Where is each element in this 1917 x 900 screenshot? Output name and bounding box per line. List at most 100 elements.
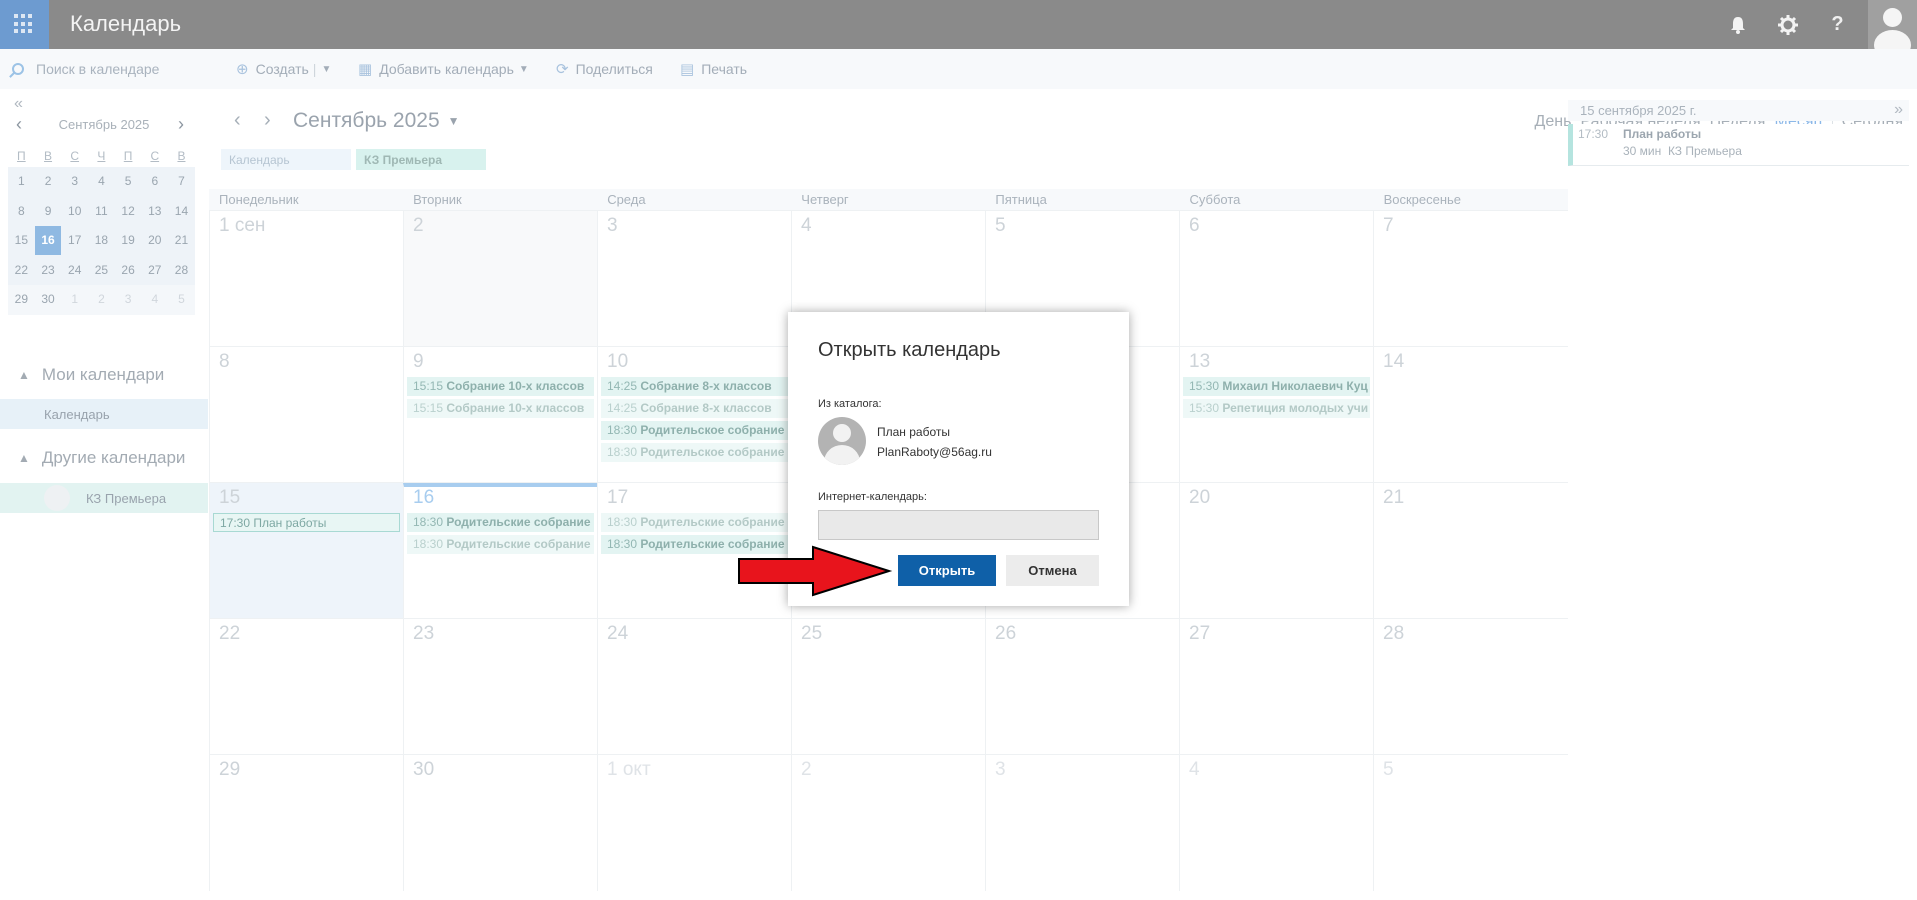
- collapse-agenda-icon[interactable]: »: [1894, 99, 1903, 120]
- next-month-icon[interactable]: ›: [264, 109, 271, 132]
- mini-day[interactable]: 17: [61, 226, 88, 255]
- day-cell-today[interactable]: 16 18:30 Родительские собрание 18:30 Род…: [403, 483, 597, 619]
- day-cell[interactable]: 26: [985, 619, 1179, 755]
- help-button[interactable]: ?: [1813, 0, 1862, 49]
- event-item[interactable]: 15:15 Собрание 10-х классов: [407, 377, 594, 396]
- day-cell[interactable]: 2: [403, 211, 597, 347]
- mini-day[interactable]: 27: [141, 256, 168, 285]
- event-item[interactable]: 17:30 План работы: [213, 513, 400, 532]
- agenda-event[interactable]: 17:30 План работы 30 мин КЗ Премьера: [1568, 124, 1909, 166]
- internet-calendar-input[interactable]: [818, 510, 1099, 540]
- day-cell[interactable]: 9 15:15 Собрание 10-х классов 15:15 Собр…: [403, 347, 597, 483]
- day-cell[interactable]: 25: [791, 619, 985, 755]
- mini-day[interactable]: 11: [88, 197, 115, 226]
- chevron-down-icon[interactable]: ▼: [321, 64, 331, 75]
- mini-day[interactable]: 14: [168, 197, 195, 226]
- share-button[interactable]: ⟳ Поделиться: [556, 49, 653, 89]
- my-calendars-header[interactable]: ▲ Мои календари: [0, 358, 208, 392]
- settings-button[interactable]: [1763, 0, 1812, 49]
- day-cell[interactable]: 20: [1179, 483, 1373, 619]
- mini-day[interactable]: 23: [35, 256, 62, 285]
- open-button[interactable]: Открыть: [898, 555, 996, 586]
- day-cell[interactable]: 13 15:30 Михаил Николаевич Куц 15:30 Реп…: [1179, 347, 1373, 483]
- day-cell[interactable]: 5: [1373, 755, 1567, 891]
- mini-day[interactable]: 28: [168, 256, 195, 285]
- day-cell-selected[interactable]: 15 17:30 План работы: [209, 483, 403, 619]
- mini-day[interactable]: 4: [141, 285, 168, 314]
- prev-month-icon[interactable]: ‹: [234, 109, 241, 132]
- mini-day[interactable]: 7: [168, 167, 195, 196]
- mini-day-today[interactable]: 16: [34, 226, 62, 256]
- calendar-chip[interactable]: КЗ Премьера: [356, 149, 486, 170]
- day-cell[interactable]: 28: [1373, 619, 1567, 755]
- event-item[interactable]: 14:25 Собрание 8-х классов: [601, 399, 788, 418]
- mini-next-month-icon[interactable]: ›: [178, 114, 184, 135]
- view-day[interactable]: День: [1535, 113, 1572, 131]
- notifications-button[interactable]: [1713, 0, 1762, 49]
- mini-day[interactable]: 3: [115, 285, 142, 314]
- mini-day[interactable]: 25: [88, 256, 115, 285]
- other-calendars-header[interactable]: ▲ Другие календари: [0, 441, 208, 475]
- mini-day[interactable]: 5: [115, 167, 142, 196]
- mini-day[interactable]: 19: [115, 226, 142, 255]
- calendar-item[interactable]: Календарь: [0, 399, 208, 429]
- day-cell[interactable]: 3: [597, 211, 791, 347]
- day-cell[interactable]: 30: [403, 755, 597, 891]
- mini-day[interactable]: 26: [115, 256, 142, 285]
- mini-day[interactable]: 1: [8, 167, 35, 196]
- mini-day[interactable]: 24: [61, 256, 88, 285]
- print-button[interactable]: ▤ Печать: [680, 49, 747, 89]
- day-cell[interactable]: 29: [209, 755, 403, 891]
- day-cell[interactable]: 21: [1373, 483, 1567, 619]
- mini-day[interactable]: 22: [8, 256, 35, 285]
- day-cell[interactable]: 1 сен: [209, 211, 403, 347]
- event-item[interactable]: 18:30 Родительское собрание: [601, 421, 788, 440]
- add-calendar-button[interactable]: ▦ Добавить календарь ▼: [358, 49, 529, 89]
- day-cell[interactable]: 4: [1179, 755, 1373, 891]
- day-cell[interactable]: 3: [985, 755, 1179, 891]
- user-avatar[interactable]: [1868, 0, 1917, 49]
- event-item[interactable]: 18:30 Родительские собрание: [601, 513, 788, 532]
- mini-day[interactable]: 2: [88, 285, 115, 314]
- mini-day[interactable]: 5: [168, 285, 195, 314]
- mini-day[interactable]: 3: [61, 167, 88, 196]
- collapse-pane-icon[interactable]: «: [14, 95, 23, 113]
- mini-day[interactable]: 9: [35, 197, 62, 226]
- mini-day[interactable]: 6: [141, 167, 168, 196]
- mini-day[interactable]: 21: [168, 226, 195, 255]
- search-box[interactable]: Поиск в календаре: [0, 49, 208, 89]
- day-cell[interactable]: 8: [209, 347, 403, 483]
- calendar-chip[interactable]: Календарь: [221, 149, 351, 170]
- day-cell[interactable]: 14: [1373, 347, 1567, 483]
- mini-day[interactable]: 15: [8, 226, 35, 255]
- month-title-dropdown[interactable]: Сентябрь 2025 ▼: [293, 109, 460, 133]
- mini-day[interactable]: 1: [61, 285, 88, 314]
- event-item[interactable]: 15:15 Собрание 10-х классов: [407, 399, 594, 418]
- day-cell[interactable]: 1 окт: [597, 755, 791, 891]
- mini-day[interactable]: 20: [141, 226, 168, 255]
- search-input[interactable]: Поиск в календаре: [36, 61, 159, 77]
- day-cell[interactable]: 2: [791, 755, 985, 891]
- create-button[interactable]: ⊕ Создать | ▼: [236, 49, 331, 89]
- event-item[interactable]: 18:30 Родительские собрание: [407, 513, 594, 532]
- event-item[interactable]: 18:30 Родительские собрание: [407, 535, 594, 554]
- mini-day[interactable]: 12: [115, 197, 142, 226]
- mini-day[interactable]: 18: [88, 226, 115, 255]
- day-cell[interactable]: 22: [209, 619, 403, 755]
- day-cell[interactable]: 27: [1179, 619, 1373, 755]
- mini-day[interactable]: 10: [61, 197, 88, 226]
- mini-day[interactable]: 30: [35, 285, 62, 314]
- mini-day[interactable]: 29: [8, 285, 35, 314]
- cancel-button[interactable]: Отмена: [1006, 555, 1099, 586]
- mini-day[interactable]: 4: [88, 167, 115, 196]
- mini-day[interactable]: 2: [35, 167, 62, 196]
- event-item[interactable]: 18:30 Родительское собрание: [601, 443, 788, 462]
- day-cell[interactable]: 10 14:25 Собрание 8-х классов 14:25 Собр…: [597, 347, 791, 483]
- event-item[interactable]: 15:30 Репетиция молодых учи: [1183, 399, 1370, 418]
- day-cell[interactable]: 6: [1179, 211, 1373, 347]
- mini-day[interactable]: 13: [141, 197, 168, 226]
- directory-entry-name[interactable]: План работы: [877, 425, 950, 439]
- mini-day[interactable]: 8: [8, 197, 35, 226]
- event-item[interactable]: 15:30 Михаил Николаевич Куц: [1183, 377, 1370, 396]
- day-cell[interactable]: 24: [597, 619, 791, 755]
